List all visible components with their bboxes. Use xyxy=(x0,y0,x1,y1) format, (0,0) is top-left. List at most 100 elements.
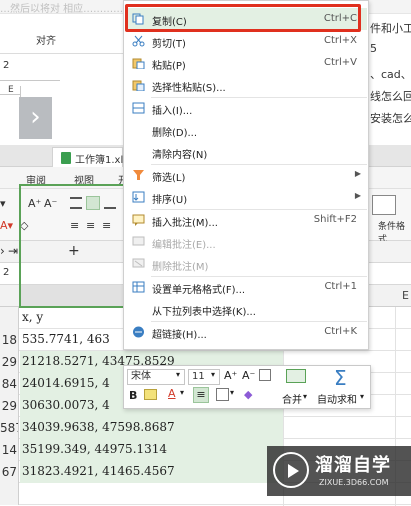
chevron-down-icon[interactable]: ▾ xyxy=(180,388,184,397)
watermark-title: 溜溜自学 xyxy=(315,455,391,476)
menu-item-delete-comment: 删除批注(M) xyxy=(125,253,367,275)
chevron-down-icon[interactable]: ▾ xyxy=(211,370,215,379)
format-painter-icon[interactable] xyxy=(259,369,271,381)
border-icon[interactable] xyxy=(216,388,229,401)
row-header[interactable]: 18 xyxy=(0,329,19,351)
right-side-text: 安装怎么 xyxy=(370,112,411,125)
next-slide-arrow-icon[interactable]: › xyxy=(19,97,52,139)
sheet-scroll-last-icon[interactable]: ⇥ xyxy=(8,244,18,258)
row-header[interactable]: 14 xyxy=(0,439,19,461)
cell-value[interactable]: 31823.4921, 41465.4567 xyxy=(22,464,175,478)
menu-item-label: 清除内容(N) xyxy=(152,150,208,161)
tab-review[interactable]: 审阅 xyxy=(26,172,46,187)
autosum-label[interactable]: 自动求和 xyxy=(317,391,357,406)
fill-color-icon[interactable] xyxy=(144,389,157,400)
play-triangle-icon xyxy=(288,464,299,478)
merge-cells-icon[interactable] xyxy=(286,369,306,383)
menu-item-paste[interactable]: 粘贴(P) Ctrl+V xyxy=(125,52,367,74)
format-cells-icon xyxy=(132,281,145,293)
align-center-icon[interactable]: ≡ xyxy=(86,219,95,233)
row-header[interactable]: 84 xyxy=(0,373,19,395)
shrink-font-icon[interactable]: A⁻ xyxy=(44,197,57,211)
chevron-down-icon[interactable]: ▾ xyxy=(360,392,364,401)
menu-item-cut[interactable]: 剪切(T) Ctrl+X xyxy=(125,30,367,52)
autosum-icon[interactable]: Σ xyxy=(334,366,347,390)
filter-icon xyxy=(133,170,144,180)
play-logo-icon xyxy=(273,452,309,488)
right-side-text: 件和小工具 xyxy=(370,22,411,35)
clear-format-icon[interactable]: ◇ xyxy=(20,219,28,233)
paste-special-icon xyxy=(132,80,145,91)
row-header[interactable]: 587 xyxy=(0,417,19,439)
cell-value[interactable]: 35199.349, 44975.1314 xyxy=(22,442,167,456)
menu-item-copy[interactable]: 复制(C) Ctrl+C xyxy=(125,8,367,30)
menu-item-shortcut: Ctrl+C xyxy=(323,13,357,24)
column-header-e[interactable]: E xyxy=(402,289,409,302)
cell-value[interactable]: 34039.9638, 47598.8687 xyxy=(22,420,175,434)
row-header[interactable] xyxy=(0,307,19,329)
chevron-down-icon[interactable]: ▾ xyxy=(303,392,307,401)
menu-item-label: 删除(D)... xyxy=(152,128,198,139)
menu-item-sort[interactable]: 排序(U) ▶ xyxy=(125,186,367,208)
eraser-icon[interactable]: ◆ xyxy=(244,388,252,401)
tab-view[interactable]: 视图 xyxy=(74,172,94,187)
row-header[interactable] xyxy=(0,483,19,505)
add-sheet-button[interactable]: + xyxy=(68,243,80,259)
align-center-icon[interactable]: ≡ xyxy=(193,387,209,403)
font-color-icon[interactable]: A▾ xyxy=(0,219,13,233)
row-header[interactable]: 67 xyxy=(0,461,19,483)
delete-comment-icon xyxy=(132,258,145,268)
font-size-dropdown-icon[interactable]: ▾ xyxy=(0,197,6,211)
align-left-icon[interactable]: ≡ xyxy=(70,219,79,233)
document-tab[interactable]: 工作簿1.xl xyxy=(52,147,123,167)
merge-label[interactable]: 合并 xyxy=(282,391,302,406)
insert-icon xyxy=(132,102,145,114)
menu-item-label: 排序(U) xyxy=(152,195,188,206)
cell-value[interactable]: 30630.0073, 4 xyxy=(22,398,110,412)
menu-item-shortcut: Shift+F2 xyxy=(313,214,357,225)
menu-item-label: 剪切(T) xyxy=(152,39,186,50)
context-menu: 复制(C) Ctrl+C 剪切(T) Ctrl+X 粘贴(P) Ctrl+V 选… xyxy=(123,0,369,350)
grow-font-icon[interactable]: A⁺ xyxy=(28,197,41,211)
hyperlink-icon xyxy=(133,326,144,338)
menu-item-shortcut: Ctrl+1 xyxy=(324,281,357,292)
right-side-text: 5 xyxy=(370,42,377,55)
chevron-down-icon[interactable]: ▾ xyxy=(176,370,180,379)
align-right-icon[interactable]: ≡ xyxy=(102,219,111,233)
align-top-icon[interactable] xyxy=(70,197,82,209)
sheet-scroll-right-icon[interactable]: › xyxy=(0,244,5,258)
align-bottom-icon[interactable] xyxy=(104,197,116,209)
align-middle-icon[interactable] xyxy=(86,196,100,210)
grow-font-icon[interactable]: A⁺ xyxy=(224,369,237,382)
menu-item-shortcut: Ctrl+V xyxy=(323,57,357,68)
conditional-format-icon[interactable] xyxy=(372,195,396,215)
menu-item-insert-comment[interactable]: 插入批注(M)... Shift+F2 xyxy=(125,209,367,231)
menu-item-filter[interactable]: 筛选(L) ▶ xyxy=(125,164,367,186)
menu-item-label: 粘贴(P) xyxy=(152,61,186,72)
right-side-text-panel: 件和小工具 5 、cad、 线怎么回 安装怎么 xyxy=(368,14,411,145)
menu-item-paste-special[interactable]: 选择性粘贴(S)... xyxy=(125,74,367,96)
right-side-text: 、cad、 xyxy=(370,68,411,81)
cell-value[interactable]: 24014.6915, 4 xyxy=(22,376,110,390)
document-tab-title: 工作簿1.xl xyxy=(75,155,124,166)
chevron-down-icon[interactable]: ▾ xyxy=(230,388,234,397)
menu-item-insert[interactable]: 插入(I)... xyxy=(125,97,367,119)
shrink-font-icon[interactable]: A⁻ xyxy=(242,369,255,382)
menu-item-format-cells[interactable]: 设置单元格格式(F)... Ctrl+1 xyxy=(125,276,367,298)
menu-item-label: 复制(C) xyxy=(152,17,187,28)
cell-value[interactable]: x, y xyxy=(22,310,43,324)
font-size-select[interactable]: 11 xyxy=(188,369,220,385)
row-header[interactable]: 29 xyxy=(0,395,19,417)
menu-item-label: 编辑批注(E)... xyxy=(152,240,216,251)
menu-item-hyperlink[interactable]: 超链接(H)... Ctrl+K xyxy=(125,321,367,343)
menu-item-pick-list[interactable]: 从下拉列表中选择(K)... xyxy=(125,298,367,320)
row-header[interactable]: 29 xyxy=(0,351,19,373)
menu-item-clear[interactable]: 清除内容(N) xyxy=(125,141,367,163)
bold-button[interactable]: B xyxy=(129,389,137,402)
watermark: 溜溜自学 ZIXUE.3D66.COM xyxy=(267,446,411,496)
menu-item-delete[interactable]: 删除(D)... xyxy=(125,119,367,141)
insert-comment-icon xyxy=(132,214,145,226)
menu-item-label: 设置单元格格式(F)... xyxy=(152,285,246,296)
font-color-icon[interactable]: A xyxy=(168,387,176,400)
cell-value[interactable]: 535.7741, 463 xyxy=(22,332,110,346)
